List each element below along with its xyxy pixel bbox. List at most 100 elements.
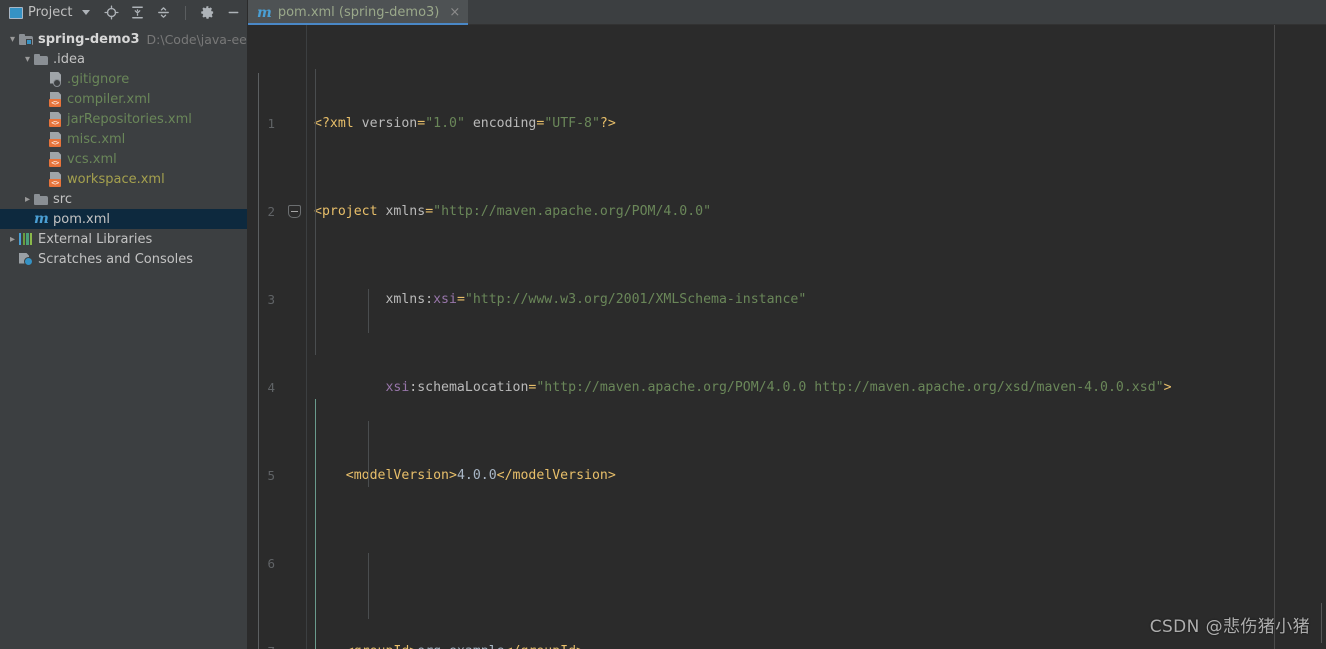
chevron-down-icon[interactable] <box>82 10 91 15</box>
indent-guide <box>368 421 369 487</box>
settings-gear-icon[interactable] <box>200 5 215 20</box>
xml-file-icon: <> <box>49 111 62 127</box>
collapse-all-icon[interactable] <box>156 5 171 20</box>
tree-item-vcs-xml[interactable]: <> vcs.xml <box>0 149 247 169</box>
code-line[interactable]: 3 xmlns:xsi="http://www.w3.org/2001/XMLS… <box>248 289 1326 311</box>
locate-icon[interactable] <box>104 5 120 20</box>
tree-item-label: jarRepositories.xml <box>67 111 192 127</box>
code-editor[interactable]: 1 <?xml version="1.0" encoding="UTF-8"?>… <box>248 25 1326 649</box>
main-body: spring-demo3 D:\Code\java-ee\sp .idea .g… <box>0 25 1326 649</box>
scratches-icon <box>19 252 33 266</box>
intellij-window: Project m pom.xml (spring-demo3) × ▾ spr… <box>0 0 1326 649</box>
tree-item-workspace-xml[interactable]: <> workspace.xml <box>0 169 247 189</box>
indent-guide-highlighted <box>315 399 316 649</box>
editor-tab-label: pom.xml (spring-demo3) <box>277 5 440 20</box>
code-line[interactable]: 6 <box>248 553 1326 575</box>
minimize-icon[interactable] <box>226 5 241 20</box>
fold-gutter[interactable] <box>284 377 306 399</box>
chevron-right-icon[interactable] <box>21 194 34 205</box>
code-content[interactable]: 1 <?xml version="1.0" encoding="UTF-8"?>… <box>248 25 1326 649</box>
code-text[interactable] <box>306 553 1326 575</box>
folder-icon <box>34 53 48 65</box>
tabbar-empty-area <box>468 0 1326 25</box>
chevron-down-icon[interactable] <box>6 34 19 45</box>
chevron-down-icon[interactable] <box>21 54 34 65</box>
tree-item-label: compiler.xml <box>67 91 151 107</box>
fold-marker-open[interactable] <box>288 205 301 218</box>
indent-guide <box>315 289 316 333</box>
line-number: 7 <box>248 641 284 649</box>
xml-file-icon: <> <box>49 91 62 107</box>
module-folder-icon <box>19 33 33 45</box>
line-number: 5 <box>267 468 275 483</box>
tree-item-label: Scratches and Consoles <box>38 251 194 267</box>
fold-gutter[interactable] <box>284 289 306 311</box>
code-line[interactable]: 7 <groupId>org.example</groupId> <box>248 641 1326 649</box>
csdn-watermark: CSDN @悲伤猪小猪 <box>1149 617 1310 637</box>
toolbar-separator <box>185 5 187 20</box>
line-number: 2 <box>267 204 275 219</box>
tree-item-label: workspace.xml <box>67 171 165 187</box>
line-number: 6 <box>267 556 275 571</box>
tree-item-label: src <box>53 191 72 207</box>
gitignore-icon <box>49 71 62 87</box>
line-number: 3 <box>267 292 275 307</box>
maven-m-icon: m <box>34 211 49 227</box>
fold-gutter[interactable] <box>284 465 306 487</box>
code-text[interactable]: xmlns:xsi="http://www.w3.org/2001/XMLSch… <box>306 289 1326 311</box>
tree-item-idea[interactable]: .idea <box>0 49 247 69</box>
tree-item-label: .idea <box>53 51 85 67</box>
libraries-icon <box>19 233 33 245</box>
line-number: 1 <box>267 116 275 131</box>
indent-guide <box>368 289 369 333</box>
code-line[interactable]: 5 <modelVersion>4.0.0</modelVersion> <box>248 465 1326 487</box>
fold-gutter[interactable] <box>284 201 306 223</box>
watermark-divider <box>1321 603 1322 643</box>
project-toolwindow-label: Project <box>28 5 73 20</box>
tree-item-label: misc.xml <box>67 131 126 147</box>
right-margin-guide <box>1274 25 1275 649</box>
maven-m-icon: m <box>257 4 272 21</box>
code-text[interactable]: xsi:schemaLocation="http://maven.apache.… <box>306 377 1326 399</box>
gutter-separator <box>306 25 307 649</box>
top-strip: Project m pom.xml (spring-demo3) × <box>0 0 1326 25</box>
indent-guide <box>368 553 369 619</box>
project-icon <box>9 6 23 19</box>
project-toolwindow-title[interactable]: Project <box>9 5 91 20</box>
tree-item-label: spring-demo3 <box>38 31 140 47</box>
tree-item-compiler-xml[interactable]: <> compiler.xml <box>0 89 247 109</box>
editor-tab-pom-xml[interactable]: m pom.xml (spring-demo3) × <box>248 0 469 25</box>
code-text[interactable]: <modelVersion>4.0.0</modelVersion> <box>306 465 1326 487</box>
tree-item-misc-xml[interactable]: <> misc.xml <box>0 129 247 149</box>
fold-gutter[interactable] <box>284 553 306 575</box>
tree-item-external-libraries[interactable]: External Libraries <box>0 229 247 249</box>
close-icon[interactable]: × <box>449 5 460 20</box>
tree-item-label: vcs.xml <box>67 151 117 167</box>
xml-file-icon: <> <box>49 151 62 167</box>
xml-file-icon: <> <box>49 171 62 187</box>
expand-all-icon[interactable] <box>130 5 145 20</box>
tree-item-src[interactable]: src <box>0 189 247 209</box>
tree-item-spring-demo3[interactable]: spring-demo3 D:\Code\java-ee\sp <box>0 29 247 49</box>
code-line[interactable]: 1 <?xml version="1.0" encoding="UTF-8"?> <box>248 113 1326 135</box>
xml-file-icon: <> <box>49 131 62 147</box>
editor-tabbar: m pom.xml (spring-demo3) × <box>248 0 1326 25</box>
fold-gutter[interactable] <box>284 113 306 135</box>
fold-gutter[interactable] <box>284 641 306 649</box>
tree-item-gitignore[interactable]: .gitignore <box>0 69 247 89</box>
code-line[interactable]: 2 <project xmlns="http://maven.apache.or… <box>248 201 1326 223</box>
toolwindow-actions <box>104 5 241 20</box>
chevron-right-icon[interactable] <box>6 234 19 245</box>
code-text[interactable]: <project xmlns="http://maven.apache.org/… <box>306 201 1326 223</box>
fold-spine-project <box>258 73 259 649</box>
tree-item-label: pom.xml <box>53 211 110 227</box>
code-text[interactable]: <groupId>org.example</groupId> <box>306 641 1326 649</box>
folder-icon <box>34 193 48 205</box>
tree-item-scratches-and-consoles[interactable]: Scratches and Consoles <box>0 249 247 269</box>
tree-item-label: .gitignore <box>67 71 130 87</box>
code-text[interactable]: <?xml version="1.0" encoding="UTF-8"?> <box>306 113 1326 135</box>
tree-item-jarrepositories-xml[interactable]: <> jarRepositories.xml <box>0 109 247 129</box>
code-line[interactable]: 4 xsi:schemaLocation="http://maven.apach… <box>248 377 1326 399</box>
project-tree[interactable]: spring-demo3 D:\Code\java-ee\sp .idea .g… <box>0 25 248 649</box>
tree-item-pom-xml[interactable]: m pom.xml <box>0 209 247 229</box>
